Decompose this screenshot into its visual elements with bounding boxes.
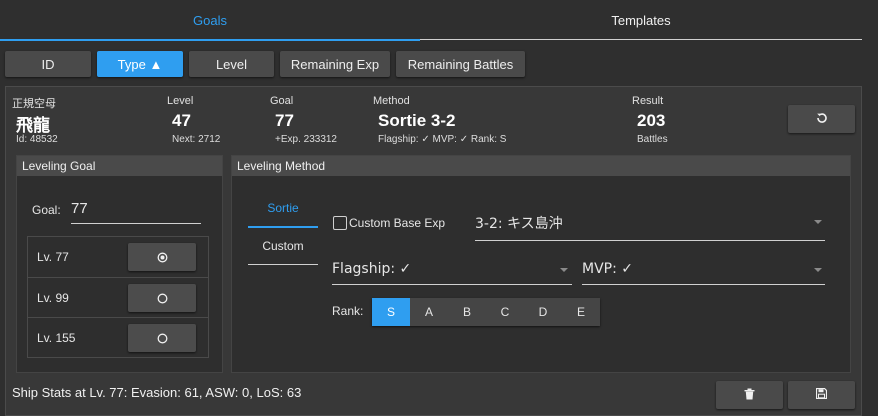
rank-button-group: S A B C D E: [372, 298, 600, 326]
method-tab-custom-label: Custom: [262, 239, 304, 253]
ship-goal-card: 正規空母 飛龍 Id: 48532 Level 47 Next: 2712 Go…: [5, 86, 862, 416]
method-tab-sortie[interactable]: Sortie: [248, 190, 318, 226]
goal-option-77-radio[interactable]: [128, 243, 196, 271]
caret-down-icon: [814, 268, 822, 272]
save-icon: [815, 387, 828, 402]
map-select-underline: [475, 240, 825, 241]
result-unit: Battles: [637, 134, 668, 145]
ship-type: 正規空母: [12, 98, 56, 110]
trash-icon: [744, 388, 755, 403]
rank-d-button[interactable]: D: [524, 298, 562, 326]
method-tab-sortie-label: Sortie: [267, 201, 299, 215]
map-select-value: 3-2: キス島沖: [475, 216, 563, 232]
undo-icon: [816, 112, 828, 127]
sort-remaining-battles-button[interactable]: Remaining Battles: [396, 51, 525, 77]
leveling-method-panel: Leveling Method Sortie Custom Custom Bas…: [231, 155, 851, 373]
goal-option-label: Lv. 155: [37, 331, 76, 345]
flagship-select-value: Flagship: ✓: [332, 261, 412, 277]
tab-goals-label: Goals: [193, 12, 227, 28]
sort-id-button[interactable]: ID: [5, 51, 91, 77]
result-value: 203: [637, 111, 666, 130]
radio-unchecked-icon: [157, 333, 167, 343]
save-button[interactable]: [788, 381, 855, 409]
goal-options-list: Lv. 77 Lv. 99 Lv. 155: [27, 236, 209, 358]
goal-option-label: Lv. 77: [37, 250, 69, 264]
rank-s-button[interactable]: S: [372, 298, 410, 326]
radio-unchecked-icon: [157, 293, 167, 303]
goal-option-row: Lv. 77: [28, 237, 208, 277]
rank-e-button[interactable]: E: [562, 298, 600, 326]
rank-c-button[interactable]: C: [486, 298, 524, 326]
leveling-method-title: Leveling Method: [232, 156, 850, 176]
sort-type-button[interactable]: Type ▲: [97, 51, 183, 77]
flagship-select-underline: [332, 284, 572, 285]
goal-exp: +Exp. 233312: [275, 134, 337, 145]
result-label: Result: [632, 95, 664, 107]
active-tab-indicator: [0, 39, 420, 41]
goal-value: 77: [275, 111, 294, 130]
method-label: Method: [373, 95, 410, 107]
reset-button[interactable]: [788, 105, 855, 133]
leveling-goal-title: Leveling Goal: [17, 156, 222, 176]
method-value: Sortie 3-2: [378, 111, 456, 130]
goal-option-label: Lv. 99: [37, 291, 69, 305]
level-next: Next: 2712: [172, 134, 221, 145]
radio-checked-icon: [157, 252, 167, 262]
delete-button[interactable]: [716, 381, 783, 409]
mvp-select-underline: [582, 284, 825, 285]
caret-down-icon: [560, 268, 568, 272]
goal-option-155-radio[interactable]: [128, 324, 196, 352]
caret-down-icon: [814, 220, 822, 224]
rank-label: Rank:: [332, 304, 364, 318]
mvp-select[interactable]: MVP: ✓: [582, 259, 825, 285]
custom-tab-underline: [248, 264, 318, 265]
rank-a-button[interactable]: A: [410, 298, 448, 326]
mvp-select-value: MVP: ✓: [582, 261, 633, 277]
custom-base-exp-checkbox[interactable]: [333, 216, 347, 230]
sort-level-button[interactable]: Level: [189, 51, 274, 77]
level-value: 47: [172, 111, 191, 130]
ship-name: 飛龍: [16, 116, 50, 136]
tab-templates-label: Templates: [611, 12, 671, 28]
goal-option-99-radio[interactable]: [128, 284, 196, 312]
goal-label: Goal: [270, 95, 294, 107]
method-detail: Flagship: ✓ MVP: ✓ Rank: S: [378, 134, 507, 145]
ship-id: Id: 48532: [16, 134, 58, 145]
flagship-select[interactable]: Flagship: ✓: [332, 259, 572, 285]
goal-input-label: Goal:: [32, 203, 61, 217]
ship-stats-text: Ship Stats at Lv. 77: Evasion: 61, ASW: …: [12, 385, 302, 400]
leveling-goal-panel: Leveling Goal Goal: 77 Lv. 77 Lv. 99 Lv.…: [16, 155, 223, 373]
goal-option-row: Lv. 99: [28, 277, 208, 317]
rank-b-button[interactable]: B: [448, 298, 486, 326]
goal-option-row: Lv. 155: [28, 317, 208, 357]
tab-templates[interactable]: Templates: [420, 0, 862, 40]
map-select[interactable]: 3-2: キス島沖: [475, 212, 825, 240]
level-label: Level: [167, 95, 194, 107]
tab-goals[interactable]: Goals: [0, 0, 420, 40]
goal-input[interactable]: 77: [71, 200, 201, 224]
method-tab-custom[interactable]: Custom: [248, 228, 318, 264]
tab-divider: [420, 39, 862, 40]
custom-base-exp-label: Custom Base Exp: [349, 216, 446, 230]
sort-remaining-exp-button[interactable]: Remaining Exp: [280, 51, 390, 77]
